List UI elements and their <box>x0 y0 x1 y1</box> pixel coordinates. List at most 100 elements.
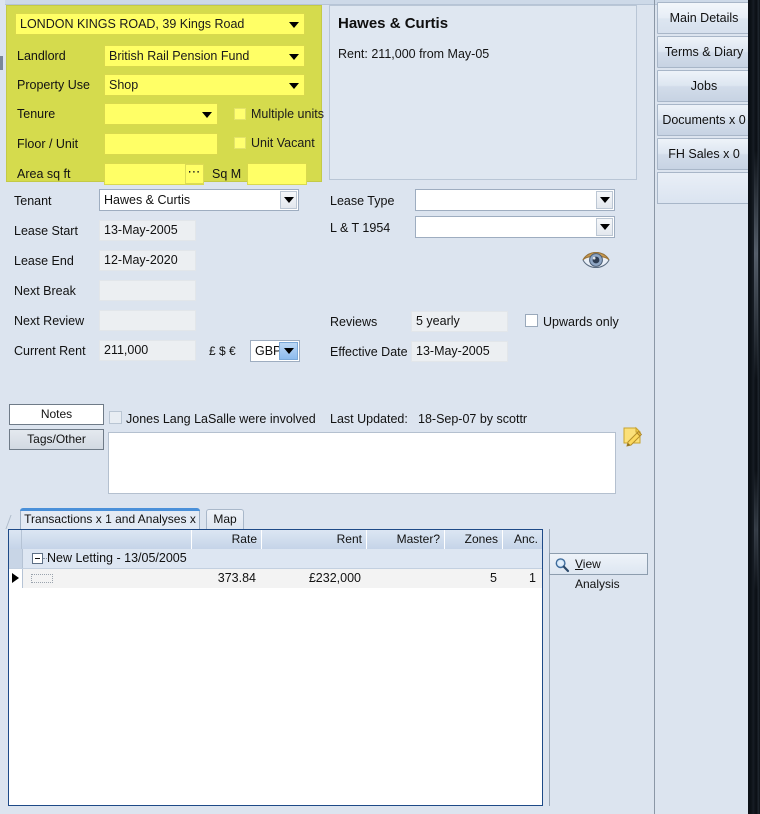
chevron-down-icon <box>279 342 298 360</box>
summary-title: Hawes & Curtis <box>338 15 449 32</box>
reviews-value[interactable]: 5 yearly <box>411 311 508 332</box>
window-left-frame <box>0 0 5 814</box>
unit-vacant-checkbox[interactable] <box>234 137 246 149</box>
table-row[interactable]: 373.84 £232,000 5 1 <box>9 569 542 589</box>
unit-vacant-label: Unit Vacant <box>251 136 315 150</box>
view-analysis-accesskey: V <box>575 557 583 571</box>
grid-tab-map-label: Map <box>213 512 237 526</box>
tab-main-details-label: Main Details <box>669 11 739 25</box>
tab-fh-sales[interactable]: FH Sales x 0 <box>657 138 751 170</box>
property-panel: LONDON KINGS ROAD, 39 Kings Road Landlor… <box>6 5 324 185</box>
lt1954-dropdown[interactable] <box>415 216 615 238</box>
tenant-value: Hawes & Curtis <box>104 193 191 207</box>
notes-textarea[interactable] <box>108 432 616 494</box>
current-rent-value[interactable]: 211,000 <box>99 340 196 361</box>
notes-tab-button[interactable]: Notes <box>9 404 104 425</box>
tab-rail-filler <box>657 172 751 204</box>
floor-unit-input[interactable] <box>104 133 218 155</box>
tab-fh-sales-label: FH Sales x 0 <box>668 147 740 161</box>
reviews-label: Reviews <box>330 315 378 329</box>
grid-header-rent[interactable]: Rent <box>262 530 367 549</box>
summary-rent-line: Rent: 211,000 from May-05 <box>338 47 490 61</box>
grid-tab-map[interactable]: Map <box>206 509 244 529</box>
multiple-units-label: Multiple units <box>251 107 324 121</box>
lt1954-label: L & T 1954 <box>330 221 391 235</box>
tenant-dropdown[interactable]: Hawes & Curtis <box>99 189 299 211</box>
left-accent-mark <box>0 56 3 70</box>
tenure-dropdown[interactable] <box>104 103 218 125</box>
chevron-down-icon <box>286 78 302 94</box>
grid-group-row[interactable]: New Letting - 13/05/2005 <box>9 549 542 569</box>
view-analysis-label: View Analysis <box>575 554 647 594</box>
currency-dropdown[interactable]: GBP <box>250 340 300 362</box>
grid-header-anc[interactable]: Anc. <box>503 530 542 549</box>
property-use-value: Shop <box>109 78 139 92</box>
chevron-down-icon <box>286 17 302 33</box>
grid-row-gutter <box>9 569 23 588</box>
chevron-down-icon <box>286 49 302 65</box>
next-review-value[interactable] <box>99 310 196 331</box>
lease-start-label: Lease Start <box>14 224 78 238</box>
last-updated-value: 18-Sep-07 by scottr <box>418 412 528 426</box>
property-use-dropdown[interactable]: Shop <box>104 74 305 96</box>
grid-header-zones[interactable]: Zones <box>445 530 503 549</box>
rail-divider <box>654 0 655 814</box>
effective-date-value[interactable]: 13-May-2005 <box>411 341 508 362</box>
grid-header-rate[interactable]: Rate <box>192 530 262 549</box>
tab-terms-diary[interactable]: Terms & Diary <box>657 36 751 68</box>
effective-date-label: Effective Date <box>330 345 408 359</box>
tenant-summary-box: Hawes & Curtis Rent: 211,000 from May-05 <box>329 5 637 180</box>
tenure-label: Tenure <box>17 107 56 121</box>
area-sqft-label: Area sq ft <box>17 167 71 181</box>
jll-involved-label: Jones Lang LaSalle were involved <box>126 412 316 426</box>
lease-start-value[interactable]: 13-May-2005 <box>99 220 196 241</box>
row-anc-cell[interactable]: 1 <box>503 569 542 588</box>
tab-jobs-label: Jobs <box>690 79 718 93</box>
chevron-down-icon <box>596 218 613 236</box>
tags-other-tab-button[interactable]: Tags/Other <box>9 429 104 450</box>
property-address-value: LONDON KINGS ROAD, 39 Kings Road <box>20 17 245 31</box>
currency-value: GBP <box>255 344 282 358</box>
current-row-pointer-icon <box>12 573 19 583</box>
tab-documents[interactable]: Documents x 0 <box>657 104 751 136</box>
current-rent-label: Current Rent <box>14 344 86 358</box>
grid-tab-transactions[interactable]: Transactions x 1 and Analyses x 1 <box>20 508 200 544</box>
multiple-units-checkbox[interactable] <box>234 108 246 120</box>
tenant-label: Tenant <box>14 194 52 208</box>
property-address-dropdown[interactable]: LONDON KINGS ROAD, 39 Kings Road <box>15 13 305 35</box>
landlord-dropdown[interactable]: British Rail Pension Fund <box>104 45 305 67</box>
floor-unit-label: Floor / Unit <box>17 137 79 151</box>
grid-group-label: New Letting - 13/05/2005 <box>47 551 187 565</box>
chevron-down-icon <box>596 191 613 209</box>
preview-eye-icon[interactable] <box>581 246 611 272</box>
view-analysis-button[interactable]: View Analysis <box>549 553 648 591</box>
jll-involved-checkbox[interactable] <box>109 411 122 424</box>
edit-note-icon[interactable] <box>622 426 644 450</box>
next-review-label: Next Review <box>14 314 85 328</box>
row-name-cell[interactable] <box>22 569 192 588</box>
expand-collapse-icon[interactable] <box>32 553 43 564</box>
tab-jobs[interactable]: Jobs <box>657 70 751 102</box>
row-zones-cell[interactable]: 5 <box>445 569 503 588</box>
last-updated-label: Last Updated: <box>330 412 408 426</box>
lease-type-label: Lease Type <box>330 194 395 208</box>
lease-type-dropdown[interactable] <box>415 189 615 211</box>
row-master-cell[interactable] <box>367 569 445 588</box>
chevron-down-icon <box>280 191 297 209</box>
area-sqft-ellipsis-button[interactable]: ⋯ <box>185 164 204 184</box>
transactions-grid: Rate Rent Master? Zones Anc. New Letting… <box>8 529 543 806</box>
sq-m-input[interactable] <box>247 163 307 185</box>
window-right-edge <box>751 0 760 814</box>
row-rate-cell[interactable]: 373.84 <box>192 569 262 588</box>
upwards-only-label: Upwards only <box>543 315 619 329</box>
tab-documents-label: Documents x 0 <box>662 113 746 127</box>
landlord-label: Landlord <box>17 49 66 63</box>
row-rent-cell[interactable]: £232,000 <box>262 569 367 588</box>
next-break-value[interactable] <box>99 280 196 301</box>
upwards-only-checkbox[interactable] <box>525 314 538 327</box>
tab-main-details[interactable]: Main Details <box>657 2 754 34</box>
grid-header-master[interactable]: Master? <box>367 530 445 549</box>
lease-end-value[interactable]: 12-May-2020 <box>99 250 196 271</box>
application-window: LONDON KINGS ROAD, 39 Kings Road Landlor… <box>0 0 760 814</box>
grid-header-name[interactable] <box>22 530 192 549</box>
